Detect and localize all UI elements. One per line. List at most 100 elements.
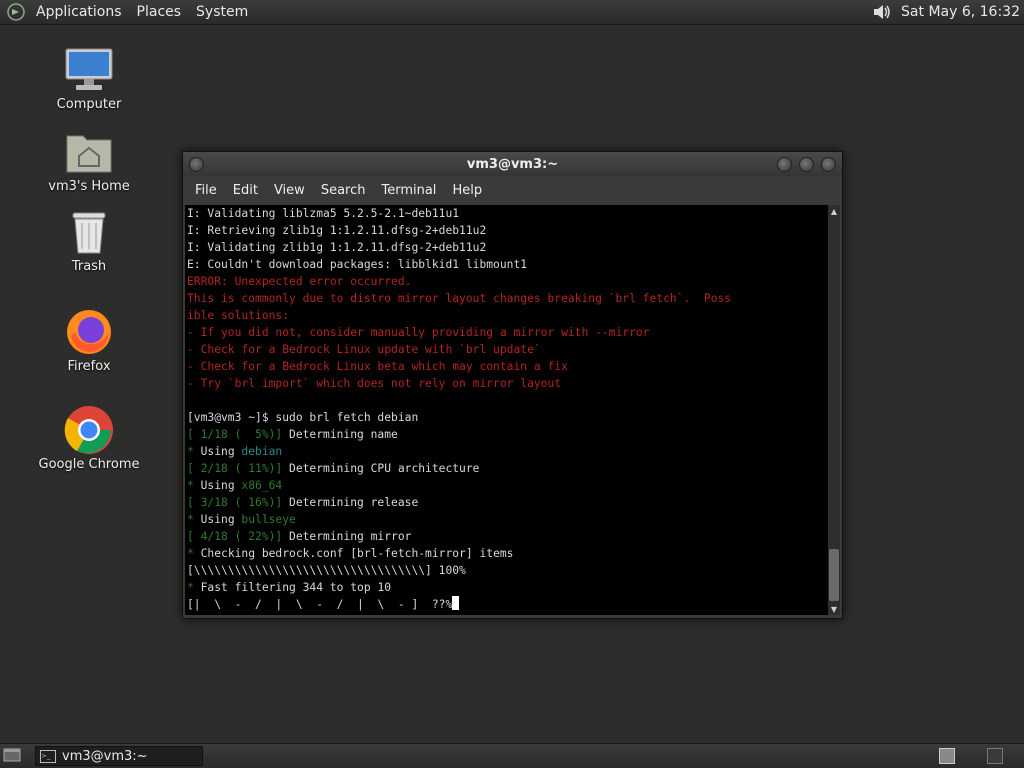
menu-file[interactable]: File: [187, 183, 225, 198]
terminal-line: I: Validating zlib1g 1:1.2.11.dfsg-2+deb…: [187, 239, 828, 256]
desktop-icon-home[interactable]: vm3's Home: [29, 127, 149, 194]
terminal-text: ERROR: Unexpected error occurred.: [187, 275, 412, 288]
menu-edit[interactable]: Edit: [225, 183, 266, 198]
terminal-text: *: [187, 547, 201, 560]
terminal-text: bullseye: [241, 513, 296, 526]
terminal-text: [ 3/18 ( 16%)]: [187, 496, 283, 509]
places-menu[interactable]: Places: [131, 1, 188, 23]
desktop-icon-computer[interactable]: Computer: [29, 45, 149, 112]
workspace-1[interactable]: [939, 748, 955, 764]
show-desktop-icon[interactable]: [3, 746, 21, 764]
maximize-icon[interactable]: [799, 157, 814, 172]
terminal-text: - Try `brl import` which does not rely o…: [187, 377, 562, 390]
terminal-text: - If you did not, consider manually prov…: [187, 326, 650, 339]
terminal-line: * Using x86_64: [187, 477, 828, 494]
main-menu-logo-icon[interactable]: [5, 1, 27, 23]
terminal-text: x86_64: [241, 479, 283, 492]
terminal-line: - Try `brl import` which does not rely o…: [187, 375, 828, 392]
system-menu[interactable]: System: [190, 1, 254, 23]
terminal-text: *: [187, 445, 201, 458]
menu-search[interactable]: Search: [313, 183, 374, 198]
terminal-line: - Check for a Bedrock Linux update with …: [187, 341, 828, 358]
terminal-text: Fast filtering 344 to top 10: [200, 581, 392, 594]
desktop-icon-label: Firefox: [67, 359, 111, 374]
menu-help[interactable]: Help: [444, 183, 490, 198]
terminal-text: *: [187, 581, 201, 594]
terminal-text: Using: [200, 445, 242, 458]
window-titlebar[interactable]: vm3@vm3:~: [183, 152, 842, 176]
terminal-line: * Fast filtering 344 to top 10: [187, 579, 828, 596]
terminal-text: Determining release: [282, 496, 419, 509]
terminal-text: Using: [200, 479, 242, 492]
trash-icon: [63, 207, 115, 257]
terminal-scrollbar[interactable]: ▲ ▼: [828, 205, 840, 615]
close-icon[interactable]: [821, 157, 836, 172]
terminal-line: [vm3@vm3 ~]$ sudo brl fetch debian: [187, 409, 828, 426]
terminal-line: [ 2/18 ( 11%)] Determining CPU architect…: [187, 460, 828, 477]
terminal-text: *: [187, 513, 201, 526]
desktop-icon-label: Google Chrome: [38, 457, 140, 472]
terminal-text: Checking bedrock.conf [brl-fetch-mirror]…: [200, 547, 514, 560]
home-folder-icon: [63, 127, 115, 177]
terminal-text: I: Retrieving zlib1g 1:1.2.11.dfsg-2+deb…: [187, 224, 487, 237]
bottom-panel: >_ vm3@vm3:~: [0, 743, 1024, 768]
terminal-line: * Using bullseye: [187, 511, 828, 528]
terminal-text: - Check for a Bedrock Linux beta which m…: [187, 360, 568, 373]
menu-view[interactable]: View: [266, 183, 313, 198]
terminal-window[interactable]: vm3@vm3:~ File Edit View Search Terminal…: [182, 151, 843, 619]
terminal-text: [ 2/18 ( 11%)]: [187, 462, 283, 475]
terminal-line: * Checking bedrock.conf [brl-fetch-mirro…: [187, 545, 828, 562]
window-title: vm3@vm3:~: [466, 156, 559, 172]
terminal-text: This is commonly due to distro mirror la…: [187, 292, 732, 305]
desktop-icon-trash[interactable]: Trash: [29, 207, 149, 274]
volume-icon[interactable]: [869, 1, 895, 23]
workspace-2[interactable]: [987, 748, 1003, 764]
scroll-down-icon[interactable]: ▼: [828, 603, 840, 615]
terminal-text: [vm3@vm3 ~]$ sudo brl fetch debian: [187, 411, 419, 424]
terminal-text: [ 4/18 ( 22%)]: [187, 530, 283, 543]
minimize-icon[interactable]: [777, 157, 792, 172]
terminal-text: ible solutions:: [187, 309, 290, 322]
terminal-cursor: [452, 596, 460, 610]
terminal-text: - Check for a Bedrock Linux update with …: [187, 343, 541, 356]
terminal-line: [ 1/18 ( 5%)] Determining name: [187, 426, 828, 443]
top-panel: Applications Places System Sat May 6, 16…: [0, 0, 1024, 25]
terminal-line: This is commonly due to distro mirror la…: [187, 290, 828, 307]
desktop-icon-chrome[interactable]: Google Chrome: [29, 405, 149, 472]
terminal-text: E: Couldn't download packages: libblkid1…: [187, 258, 528, 271]
scrollbar-thumb[interactable]: [829, 549, 839, 601]
terminal-output[interactable]: I: Validating liblzma5 5.2.5-2.1~deb11u1…: [185, 205, 828, 615]
terminal-text: I: Validating liblzma5 5.2.5-2.1~deb11u1: [187, 207, 460, 220]
desktop-icon-firefox[interactable]: Firefox: [29, 307, 149, 374]
menu-terminal[interactable]: Terminal: [373, 183, 444, 198]
terminal-text: I: Validating zlib1g 1:1.2.11.dfsg-2+deb…: [187, 241, 487, 254]
taskbar-terminal-button[interactable]: >_ vm3@vm3:~: [35, 746, 203, 766]
terminal-line: [ 3/18 ( 16%)] Determining release: [187, 494, 828, 511]
firefox-icon: [63, 307, 115, 357]
clock[interactable]: Sat May 6, 16:32: [901, 4, 1024, 20]
terminal-line: [ 4/18 ( 22%)] Determining mirror: [187, 528, 828, 545]
terminal-text: Determining name: [282, 428, 398, 441]
terminal-text: [\\\\\\\\\\\\\\\\\\\\\\\\\\\\\\\\\\] 100…: [187, 564, 466, 577]
terminal-line: ERROR: Unexpected error occurred.: [187, 273, 828, 290]
terminal-text: *: [187, 479, 201, 492]
terminal-text: [ 1/18 ( 5%)]: [187, 428, 283, 441]
terminal-line: [| \ - / | \ - / | \ - ] ??%: [187, 596, 828, 613]
terminal-line: E: Couldn't download packages: libblkid1…: [187, 256, 828, 273]
terminal-line: I: Retrieving zlib1g 1:1.2.11.dfsg-2+deb…: [187, 222, 828, 239]
terminal-line: - If you did not, consider manually prov…: [187, 324, 828, 341]
computer-icon: [63, 45, 115, 95]
terminal-icon: >_: [40, 749, 56, 763]
terminal-line: [\\\\\\\\\\\\\\\\\\\\\\\\\\\\\\\\\\] 100…: [187, 562, 828, 579]
desktop-icon-label: Trash: [71, 259, 107, 274]
terminal-text: [| \ - / | \ - / | \ - ] ??%: [187, 598, 453, 611]
terminal-text: debian: [241, 445, 283, 458]
terminal-line: ible solutions:: [187, 307, 828, 324]
terminal-menubar: File Edit View Search Terminal Help: [183, 176, 842, 204]
chrome-icon: [63, 405, 115, 455]
scroll-up-icon[interactable]: ▲: [828, 205, 840, 217]
terminal-line: * Using debian: [187, 443, 828, 460]
window-menu-icon[interactable]: [189, 157, 204, 172]
applications-menu[interactable]: Applications: [30, 1, 128, 23]
desktop-icon-label: vm3's Home: [48, 179, 130, 194]
